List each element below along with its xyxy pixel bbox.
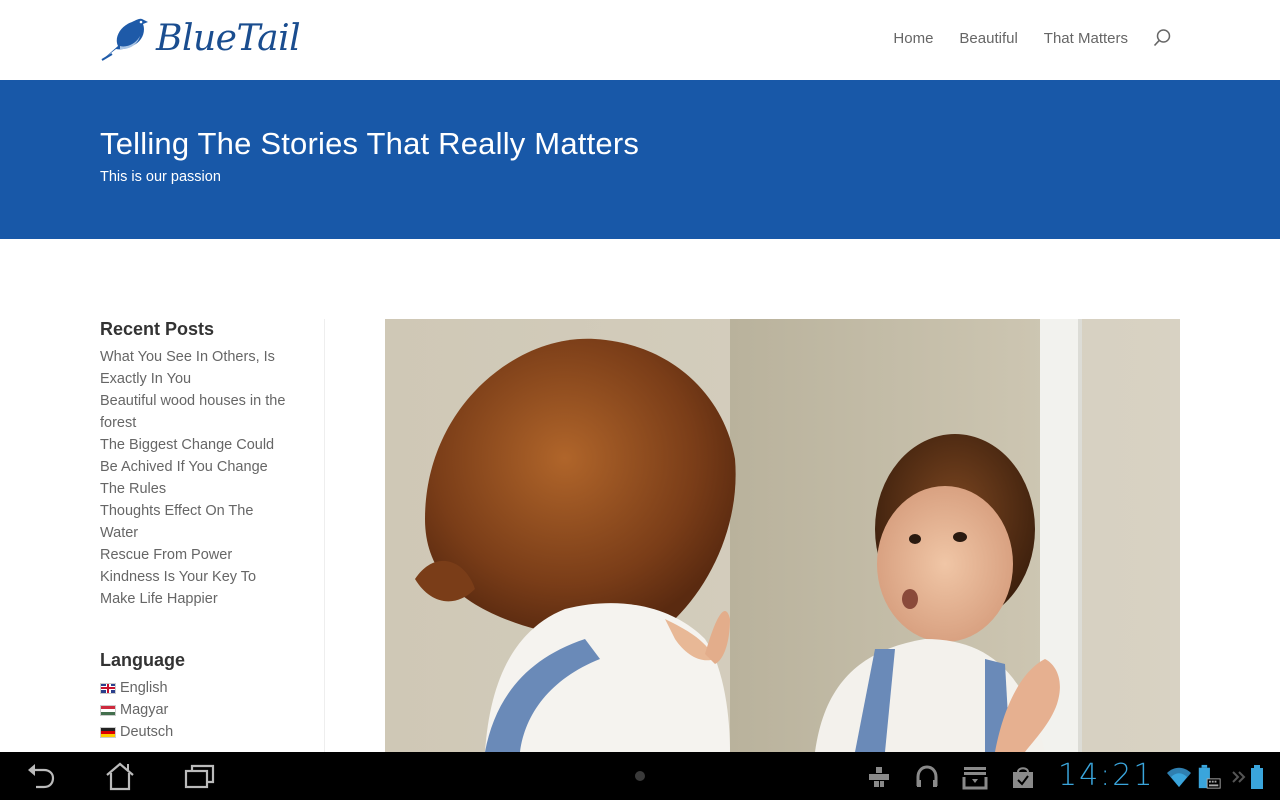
language-link[interactable]: English: [120, 680, 168, 696]
language-link[interactable]: Magyar: [120, 702, 168, 718]
list-item: Kindness Is Your Key To Make Life Happie…: [100, 566, 295, 610]
language-link[interactable]: Deutsch: [120, 724, 173, 740]
featured-photo: [385, 319, 1180, 752]
page-subtitle: This is our passion: [100, 169, 221, 185]
brand-name: BlueTail: [156, 18, 301, 59]
language-widget: Language English Magyar Deutsch: [100, 650, 324, 743]
battery-keyboard-icon[interactable]: [1196, 764, 1222, 790]
recent-posts-title: Recent Posts: [100, 319, 215, 339]
wifi-icon[interactable]: [1166, 764, 1192, 790]
recent-post-link[interactable]: Beautiful wood houses in the forest: [100, 390, 295, 434]
featured-image[interactable]: [385, 319, 1180, 752]
germany-flag-icon: [100, 726, 116, 738]
recent-post-link[interactable]: What You See In Others, Is Exactly In Yo…: [100, 346, 295, 390]
list-item: Thoughts Effect On The Water: [100, 500, 295, 544]
recent-posts-widget: Recent Posts What You See In Others, Is …: [100, 319, 324, 610]
back-icon: [28, 764, 55, 789]
recent-apps-icon: [184, 764, 215, 789]
home-button[interactable]: [100, 760, 140, 792]
nav-that-matters[interactable]: That Matters: [1044, 30, 1128, 47]
list-item: The Biggest Change Could Be Achived If Y…: [100, 434, 295, 500]
hungary-flag-icon: [100, 704, 116, 716]
download-icon[interactable]: [962, 764, 988, 790]
search-icon[interactable]: [1152, 28, 1172, 48]
list-item: Rescue From Power: [100, 544, 295, 566]
list-item: What You See In Others, Is Exactly In Yo…: [100, 346, 295, 390]
status-clock[interactable]: 14:21: [1058, 758, 1154, 794]
main-nav: Home Beautiful That Matters: [867, 28, 1172, 48]
language-title: Language: [100, 650, 186, 670]
language-item-english[interactable]: English: [100, 677, 324, 699]
language-list: English Magyar Deutsch: [100, 677, 324, 743]
usb-debug-icon[interactable]: [866, 764, 892, 790]
nav-home[interactable]: Home: [893, 30, 933, 47]
list-item: Beautiful wood houses in the forest: [100, 390, 295, 434]
recent-post-link[interactable]: Kindness Is Your Key To Make Life Happie…: [100, 566, 295, 610]
sidebar: Recent Posts What You See In Others, Is …: [100, 319, 325, 752]
back-button[interactable]: [20, 760, 60, 792]
language-item-deutsch[interactable]: Deutsch: [100, 721, 324, 743]
home-icon: [106, 762, 134, 791]
hero-banner: Telling The Stories That Really Matters …: [0, 80, 1280, 239]
recent-post-link[interactable]: Thoughts Effect On The Water: [100, 500, 295, 544]
bird-logo-icon: [101, 18, 148, 61]
site-logo[interactable]: BlueTail: [100, 16, 301, 62]
system-bar: 14:21: [0, 752, 1280, 800]
page-title: Telling The Stories That Really Matters: [100, 126, 640, 161]
recent-post-link[interactable]: The Biggest Change Could Be Achived If Y…: [100, 434, 295, 500]
recent-posts-list: What You See In Others, Is Exactly In Yo…: [100, 346, 295, 610]
uk-flag-icon: [100, 682, 116, 694]
market-update-icon[interactable]: [1010, 764, 1036, 790]
language-item-magyar[interactable]: Magyar: [100, 699, 324, 721]
nav-beautiful[interactable]: Beautiful: [959, 30, 1017, 47]
site-header: BlueTail Home Beautiful That Matters: [0, 0, 1280, 80]
recent-apps-button[interactable]: [180, 760, 220, 792]
navigation-dot-indicator: [635, 771, 645, 781]
headset-icon[interactable]: [914, 764, 940, 790]
recent-post-link[interactable]: Rescue From Power: [100, 544, 295, 566]
battery-icon[interactable]: [1244, 764, 1270, 790]
